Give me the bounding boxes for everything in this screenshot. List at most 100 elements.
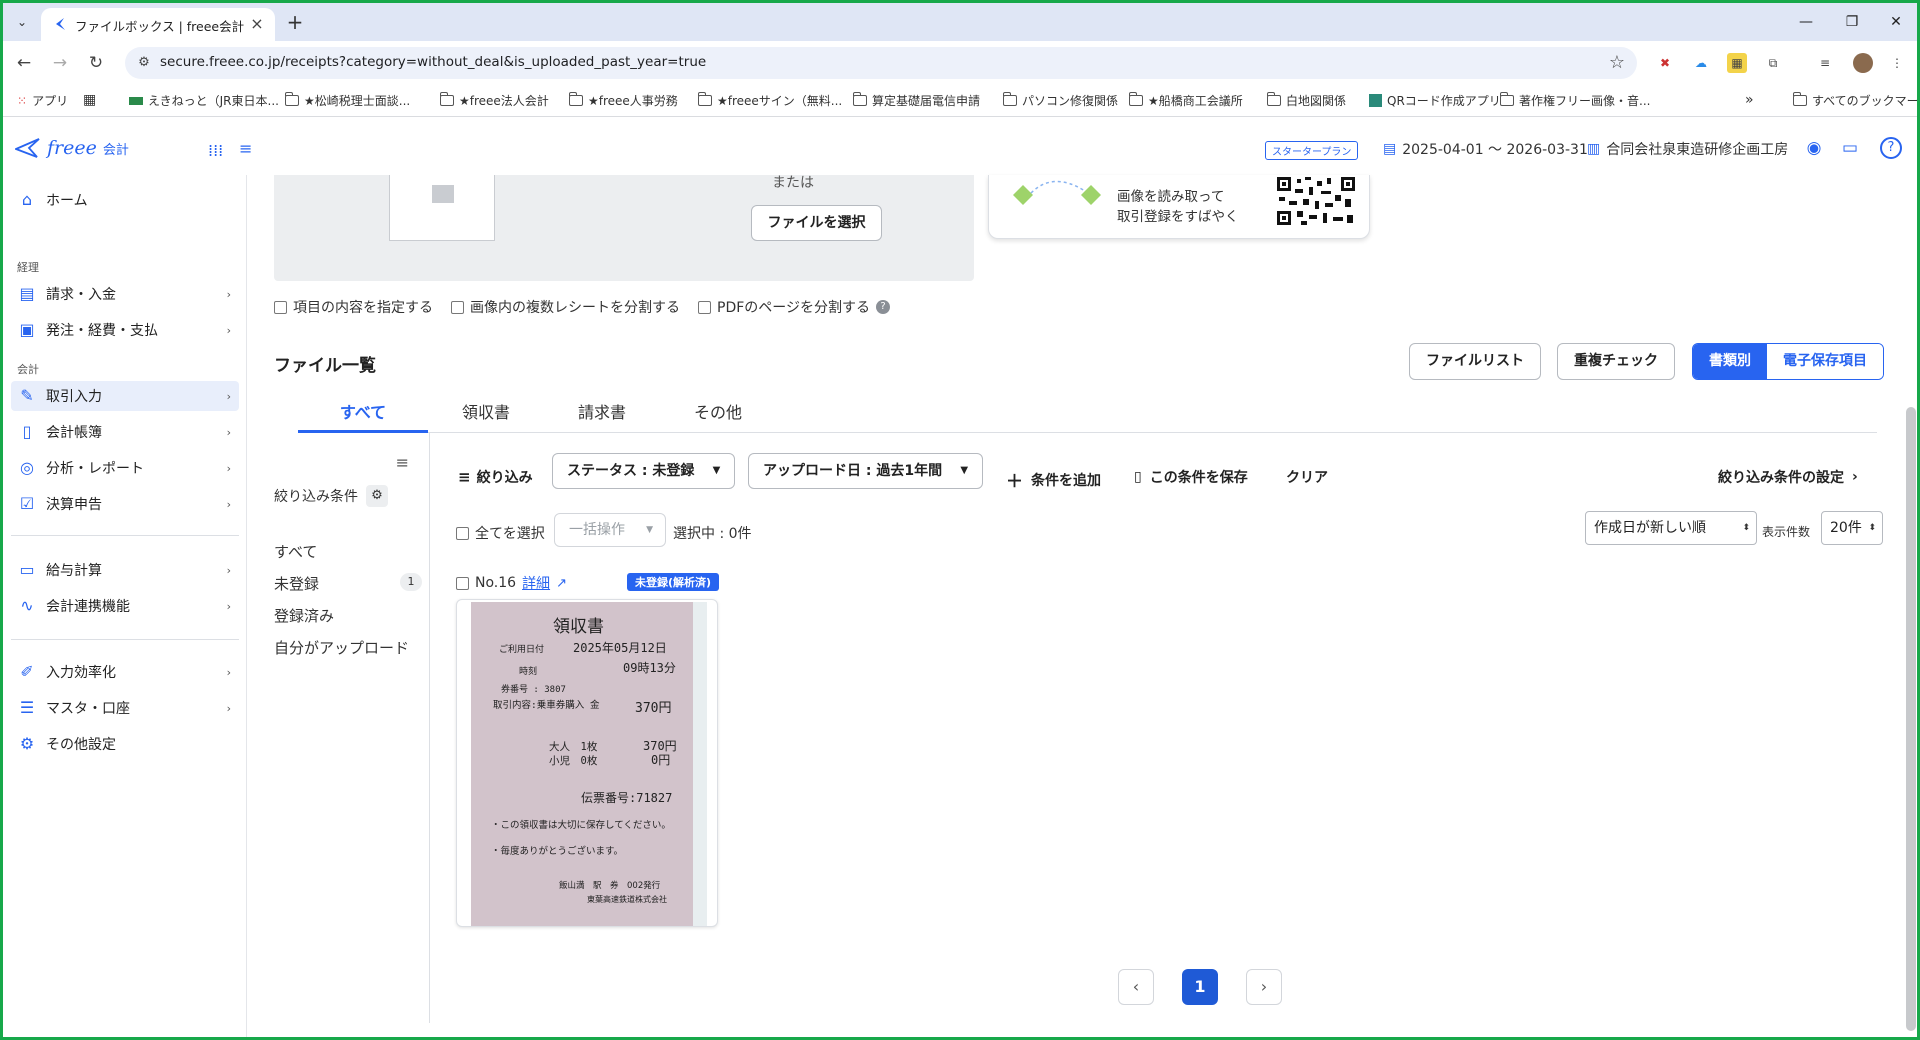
save-condition-button[interactable]: ▯ この条件を保存 <box>1134 467 1248 487</box>
sidebar-item-renkei[interactable]: ∿ 会計連携機能 › <box>11 591 239 621</box>
tab-all[interactable]: すべて <box>298 395 428 433</box>
app-promo-card[interactable]: 画像を読み取って 取引登録をすばやく <box>988 175 1370 239</box>
chat-icon[interactable]: ▭ <box>1839 137 1861 159</box>
sidebar-collapse-icon[interactable]: ≡ <box>239 139 252 158</box>
option-split-pdf[interactable]: PDFのページを分割する? <box>698 297 890 317</box>
upload-dropzone[interactable]: または ファイルを選択 <box>274 175 974 281</box>
profile-avatar[interactable] <box>1853 53 1873 73</box>
extension-note-icon[interactable]: ▦ <box>1727 53 1747 73</box>
more-bookmarks-icon[interactable]: » <box>1745 92 1754 108</box>
upload-date-filter-dropdown[interactable]: アップロード日 : 過去1年間 ▼ <box>748 453 984 489</box>
select-all[interactable]: 全てを選択 <box>456 523 545 543</box>
company-selector[interactable]: ▥ 合同会社泉東造研修企画工房 <box>1587 139 1788 159</box>
collapse-filter-icon[interactable]: ≡ <box>396 453 409 472</box>
tab-close-icon[interactable]: × <box>247 14 267 34</box>
external-link-icon[interactable]: ↗ <box>556 576 567 591</box>
checkbox[interactable] <box>274 300 287 314</box>
help-icon[interactable]: ? <box>876 300 890 314</box>
extension-blocked-icon[interactable]: ✖ <box>1655 53 1675 73</box>
checkbox[interactable] <box>451 300 464 314</box>
bookmark-folder[interactable]: 算定基礎届電信申請 <box>852 92 980 109</box>
tab-receipt[interactable]: 領収書 <box>428 395 544 433</box>
gear-icon[interactable]: ⚙ <box>366 485 388 507</box>
duplicate-check-button[interactable]: 重複チェック <box>1557 343 1675 380</box>
tab-search-button[interactable]: ⌄ <box>11 11 33 33</box>
bookmark-folder[interactable]: 著作権フリー画像・音... <box>1499 92 1650 109</box>
sidebar-item-choubo[interactable]: ▯ 会計帳簿 › <box>11 417 239 447</box>
tab-groups-icon[interactable]: ▦ <box>83 92 96 108</box>
chrome-menu-icon[interactable]: ⋮ <box>1887 53 1907 73</box>
bulk-action-dropdown[interactable]: 一括操作 ▼ <box>554 513 666 547</box>
filter-item-all[interactable]: すべて <box>274 541 422 562</box>
clear-button[interactable]: クリア <box>1286 467 1328 487</box>
bookmark-folder[interactable]: ★freee法人会計 <box>439 92 549 109</box>
receipt-thumbnail[interactable]: 領収書 ご利用日付 2025年05月12日 時刻 09時13分 券番号 : 38… <box>456 599 718 927</box>
onedrive-icon[interactable]: ☁ <box>1691 53 1711 73</box>
status-filter-dropdown[interactable]: ステータス : 未登録 ▼ <box>552 453 736 489</box>
browser-tab[interactable]: ファイルボックス | freee会計 × <box>41 8 275 41</box>
tab-invoice[interactable]: 請求書 <box>544 395 660 433</box>
site-info-icon[interactable]: ⚙ <box>135 54 153 72</box>
extensions-puzzle-icon[interactable]: ⧉ <box>1763 53 1783 73</box>
sidebar-item-hatchu[interactable]: ▣ 発注・経費・支払 › <box>11 315 239 345</box>
forward-icon[interactable]: → <box>47 50 73 76</box>
file-list-button[interactable]: ファイルリスト <box>1409 343 1541 380</box>
new-tab-button[interactable]: + <box>283 11 307 35</box>
select-file-button[interactable]: ファイルを選択 <box>751 205 882 241</box>
sidebar-item-sonota[interactable]: ⚙ その他設定 <box>11 729 239 759</box>
bookmark-ekinet[interactable]: えきねっと（JR東日本... <box>129 92 279 109</box>
sidebar-item-master[interactable]: ☰ マスタ・口座 › <box>11 693 239 723</box>
option-split-receipts[interactable]: 画像内の複数レシートを分割する <box>451 297 680 317</box>
fiscal-period[interactable]: ▤ 2025-04-01 〜 2026-03-31 <box>1383 139 1588 159</box>
bookmark-folder[interactable]: ★松崎税理士面談... <box>284 92 410 109</box>
tab-other[interactable]: その他 <box>660 395 776 433</box>
checkbox[interactable] <box>698 300 711 314</box>
checkbox[interactable] <box>456 526 469 540</box>
bookmark-qr[interactable]: QRコード作成アプリ <box>1369 92 1501 109</box>
account-icon[interactable]: ◉ <box>1803 137 1825 159</box>
sidebar-item-bunseki[interactable]: ◎ 分析・レポート › <box>11 453 239 483</box>
option-specify-items[interactable]: 項目の内容を指定する <box>274 297 433 317</box>
minimize-button[interactable]: — <box>1783 9 1829 35</box>
page-scrollbar[interactable] <box>1905 175 1917 1037</box>
back-icon[interactable]: ← <box>11 50 37 76</box>
checkbox[interactable] <box>456 576 469 590</box>
detail-link[interactable]: 詳細 <box>522 573 550 593</box>
page-current[interactable]: 1 <box>1182 969 1218 1005</box>
view-e-storage-button[interactable]: 電子保存項目 <box>1767 344 1883 379</box>
reading-list-icon[interactable]: ≡ <box>1815 53 1835 73</box>
prev-page-button[interactable]: ‹ <box>1118 969 1154 1005</box>
app-switcher-icon[interactable]: ⁞⁞⁞ <box>208 141 223 160</box>
sidebar-item-kyuyo[interactable]: ▭ 給与計算 › <box>11 555 239 585</box>
bookmark-folder[interactable]: ★船橋商工会議所 <box>1128 92 1243 109</box>
scrollbar-thumb[interactable] <box>1906 407 1916 1031</box>
sidebar-item-home[interactable]: ⌂ ホーム <box>11 185 239 215</box>
bookmark-star-icon[interactable]: ☆ <box>1609 52 1625 73</box>
help-icon[interactable]: ? <box>1880 137 1902 159</box>
bookmark-folder[interactable]: パソコン修復関係 <box>1002 92 1118 109</box>
sidebar-item-torihiki[interactable]: ✎ 取引入力 › <box>11 381 239 411</box>
restore-button[interactable]: ❐ <box>1829 9 1875 35</box>
sidebar-item-kessan[interactable]: ☑ 決算申告 › <box>11 489 239 519</box>
reload-icon[interactable]: ↻ <box>83 50 109 76</box>
sidebar-item-kouritsu[interactable]: ✐ 入力効率化 › <box>11 657 239 687</box>
sort-select[interactable]: 作成日が新しい順 ⬍ <box>1585 511 1757 545</box>
add-condition-button[interactable]: ＋ 条件を追加 <box>1006 467 1101 492</box>
filter-item-unregistered[interactable]: 未登録 1 <box>274 573 422 594</box>
address-bar[interactable]: ⚙ secure.freee.co.jp/receipts?category=w… <box>125 47 1637 79</box>
per-page-select[interactable]: 20件 ⬍ <box>1821 511 1883 545</box>
filter-settings-link[interactable]: 絞り込み条件の設定 › <box>1718 467 1858 487</box>
bookmark-folder[interactable]: 白地図関係 <box>1266 92 1346 109</box>
filter-item-registered[interactable]: 登録済み <box>274 605 422 626</box>
bookmark-folder[interactable]: ★freee人事労務 <box>568 92 678 109</box>
view-by-document-button[interactable]: 書類別 <box>1693 344 1767 379</box>
all-bookmarks[interactable]: すべてのブックマーク <box>1792 92 1917 109</box>
filter-item-mine[interactable]: 自分がアップロード <box>274 637 422 658</box>
close-window-button[interactable]: ✕ <box>1873 9 1917 35</box>
freee-logo[interactable]: freee 会計 <box>15 137 129 159</box>
bookmark-apps[interactable]: ⁙ アプリ <box>17 92 68 109</box>
bookmark-folder[interactable]: ★freeeサイン（無料... <box>697 92 842 109</box>
filter-toggle[interactable]: ≡ 絞り込み <box>458 467 533 487</box>
sidebar-item-seikyu[interactable]: ▤ 請求・入金 › <box>11 279 239 309</box>
next-page-button[interactable]: › <box>1246 969 1282 1005</box>
